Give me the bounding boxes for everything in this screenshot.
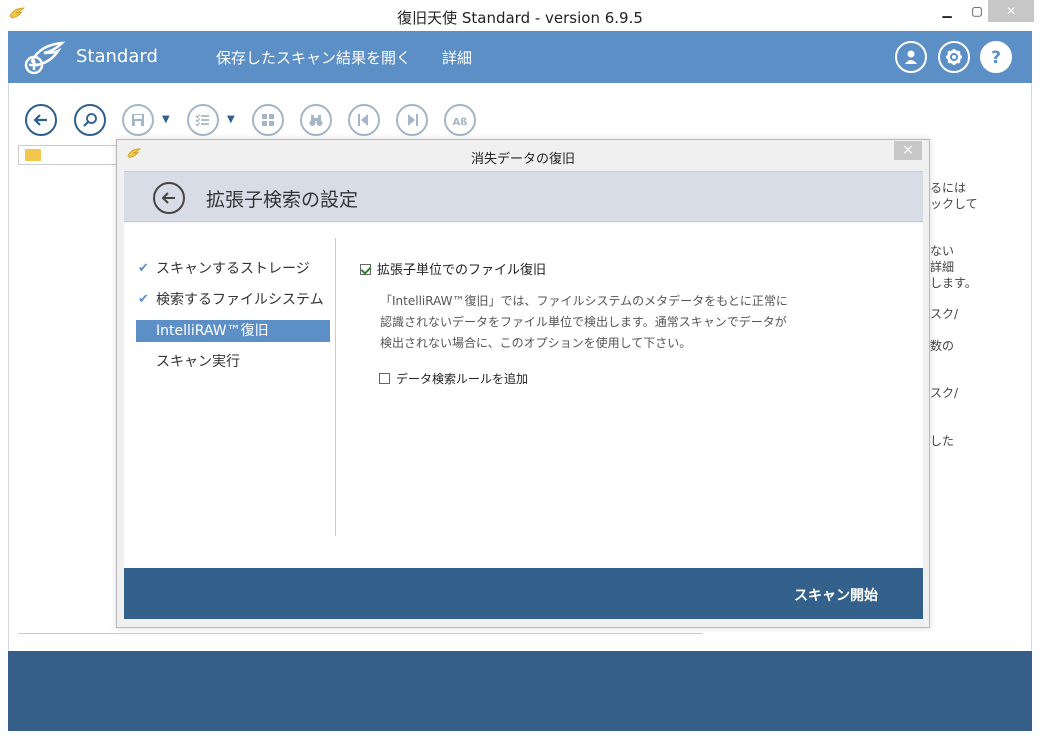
description-line: 「IntelliRAW™復旧」では、ファイルシステムのメタデータをもとに正常に: [380, 294, 788, 308]
prev-icon: [358, 114, 368, 126]
divider: [335, 238, 336, 536]
folder-tree-row[interactable]: [18, 145, 118, 165]
info-text-line: るには: [930, 181, 967, 195]
search-icon: [83, 113, 97, 127]
back-icon: [161, 192, 175, 204]
start-scan-button[interactable]: スキャン開始: [794, 585, 878, 605]
description-line: 検出されない場合に、このオプションを使用して下さい。: [380, 336, 692, 350]
info-text-line: スク/: [930, 386, 959, 400]
settings-button[interactable]: [938, 41, 970, 73]
close-icon: ✕: [1005, 4, 1017, 18]
step-item[interactable]: ✔ スキャンするストレージ: [136, 258, 330, 280]
step-label: スキャンするストレージ: [156, 261, 310, 277]
maximize-icon: ▢: [971, 4, 983, 18]
details-menu[interactable]: 詳細: [442, 47, 472, 68]
info-text-line: ックして: [930, 197, 978, 211]
dialog-close-button[interactable]: ×: [894, 141, 922, 160]
description-line: 認識されないデータをファイル単位で検出します。通常スキャンでデータが: [380, 315, 787, 329]
search-button[interactable]: [74, 104, 106, 136]
step-item[interactable]: ✔ 検索するファイルシステム: [136, 289, 330, 311]
step-label: スキャン実行: [156, 354, 240, 370]
close-icon: ×: [902, 142, 914, 158]
previous-button[interactable]: [348, 104, 380, 136]
minimize-icon: ▁: [942, 4, 952, 18]
extension-recovery-checkbox[interactable]: [360, 264, 371, 275]
help-icon: ?: [991, 48, 1001, 66]
option-description: 「IntelliRAW™復旧」では、ファイルシステムのメタデータをもとに正常に …: [380, 291, 810, 354]
info-text-line: します。: [930, 276, 977, 290]
grid-view-button[interactable]: [252, 104, 284, 136]
window-titlebar: 復旧天使 Standard - version 6.9.5 ▁ ▢ ✕: [0, 0, 1040, 31]
find-button[interactable]: [300, 104, 332, 136]
next-button[interactable]: [396, 104, 428, 136]
dialog-header: 拡張子検索の設定: [124, 171, 923, 222]
gear-icon: [946, 49, 962, 65]
svg-text:Aß: Aß: [453, 117, 468, 128]
dialog-body: ✔ スキャンするストレージ ✔ 検索するファイルシステム IntelliRAW™…: [124, 223, 923, 568]
extension-recovery-option[interactable]: 拡張子単位でのファイル復旧: [360, 259, 546, 278]
step-list: ✔ スキャンするストレージ ✔ 検索するファイルシステム IntelliRAW™…: [124, 223, 335, 568]
dialog-titlebar: 消失データの復旧 ×: [117, 140, 929, 170]
info-text-line: 数の: [930, 339, 955, 353]
dialog-heading: 拡張子検索の設定: [206, 189, 359, 211]
divider: [18, 633, 703, 634]
add-search-rule-checkbox[interactable]: [379, 373, 390, 384]
save-icon: [132, 114, 144, 126]
step-item[interactable]: スキャン実行: [136, 351, 330, 373]
dialog-footer: スキャン開始: [124, 568, 923, 619]
info-text-line: スク/: [930, 307, 959, 321]
option-label: データ検索ルールを追加: [396, 372, 529, 386]
checkmark-icon: ✔: [138, 292, 149, 307]
brand-label: Standard: [76, 46, 158, 67]
save-dropdown-chevron-icon[interactable]: ▼: [162, 114, 170, 125]
next-icon: [408, 114, 418, 126]
back-button[interactable]: [25, 104, 57, 136]
info-text-line: ない: [930, 244, 955, 258]
svg-text:?: ?: [991, 48, 1001, 66]
text-search-icon: Aß: [453, 117, 468, 128]
recover-lost-data-dialog: 消失データの復旧 × 拡張子検索の設定 ✔ スキャンするストレージ ✔ 検索する…: [116, 139, 930, 628]
close-button[interactable]: ✕: [988, 0, 1034, 22]
grid-icon: [262, 114, 274, 126]
step-label: 検索するファイルシステム: [156, 292, 324, 308]
save-button[interactable]: [122, 104, 154, 136]
list-dropdown-chevron-icon[interactable]: ▼: [227, 114, 235, 125]
option-label: 拡張子単位でのファイル復旧: [377, 263, 547, 278]
dialog-title: 消失データの復旧: [470, 152, 575, 167]
user-icon: [905, 50, 917, 64]
window-title: 復旧天使 Standard - version 6.9.5: [397, 9, 643, 27]
help-button[interactable]: ?: [980, 41, 1012, 73]
binoculars-icon: [309, 115, 323, 126]
back-icon: [33, 114, 47, 126]
app-footer: [8, 651, 1032, 731]
folder-icon: [25, 149, 41, 161]
info-text-line: 詳細: [930, 260, 955, 274]
checkmark-icon: ✔: [138, 261, 149, 276]
text-search-button[interactable]: Aß: [444, 104, 476, 136]
step-item-active[interactable]: IntelliRAW™復旧: [136, 320, 330, 342]
open-saved-scan-menu[interactable]: 保存したスキャン結果を開く: [216, 47, 411, 68]
add-search-rule-option[interactable]: データ検索ルールを追加: [379, 370, 528, 387]
step-label: IntelliRAW™復旧: [156, 323, 269, 339]
list-icon: [195, 114, 209, 127]
app-header: Standard 保存したスキャン結果を開く 詳細 ?: [8, 31, 1032, 83]
list-button[interactable]: [187, 104, 219, 136]
logo-icon: [24, 41, 66, 75]
account-button[interactable]: [895, 41, 927, 73]
dialog-back-button[interactable]: [153, 182, 185, 214]
info-text-line: した: [930, 434, 955, 448]
